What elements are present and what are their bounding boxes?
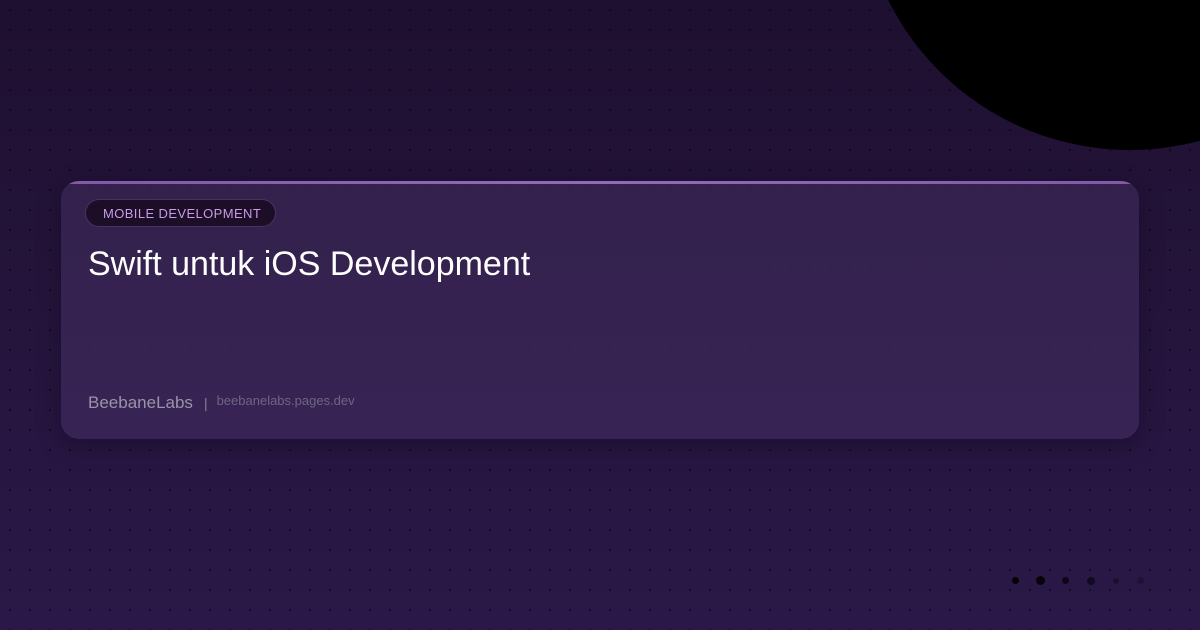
decor-dot	[1113, 578, 1119, 584]
decor-dot	[1036, 576, 1045, 585]
brand-name: BeebaneLabs	[88, 393, 193, 412]
decor-dot	[1137, 577, 1144, 584]
category-badge: MOBILE DEVELOPMENT	[85, 199, 277, 227]
page-title: Swift untuk iOS Development	[88, 245, 531, 283]
corner-circle-decoration	[860, 0, 1200, 150]
content-card: MOBILE DEVELOPMENT Swift untuk iOS Devel…	[61, 181, 1139, 439]
decor-dot	[1012, 577, 1019, 584]
category-label: MOBILE DEVELOPMENT	[103, 205, 262, 221]
card-footer: BeebaneLabs | beebanelabs.pages.dev	[88, 393, 355, 413]
decor-dot	[1062, 577, 1069, 584]
dot-decoration	[1010, 575, 1150, 587]
decor-dot	[1087, 577, 1095, 585]
footer-separator: |	[203, 395, 208, 411]
card-accent-line	[61, 181, 1139, 184]
site-url: beebanelabs.pages.dev	[216, 393, 355, 408]
og-image-canvas: MOBILE DEVELOPMENT Swift untuk iOS Devel…	[0, 0, 1200, 630]
